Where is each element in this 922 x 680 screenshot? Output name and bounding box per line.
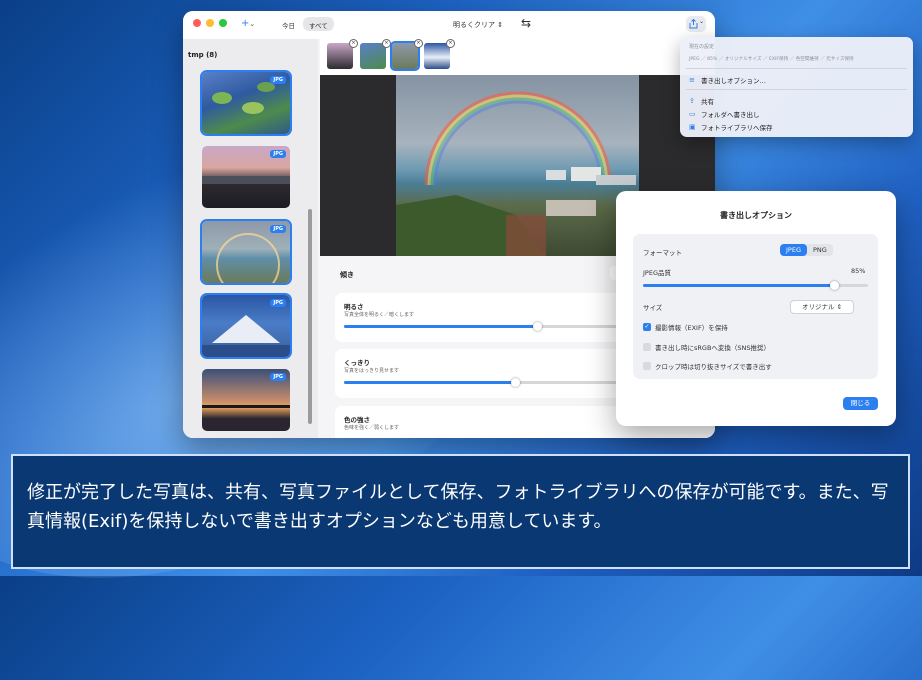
updown-icon: ⇕ [836, 303, 843, 311]
format-segment: JPEG PNG [780, 244, 833, 256]
caption-text: 修正が完了した写真は、共有、写真ファイルとして保存、フォトライブラリへの保存が可… [27, 482, 889, 532]
main-photo[interactable] [396, 75, 639, 256]
swap-icon[interactable]: ⇆ [521, 16, 531, 30]
slider-fill [344, 381, 515, 384]
menu-item-export-folder[interactable]: ▭ フォルダへ書き出し [689, 109, 760, 119]
photo-thumbnail-pier[interactable]: JPG [202, 369, 290, 431]
strip-thumbnail-rainbow[interactable] [390, 41, 420, 71]
caption-box: 修正が完了した写真は、共有、写真ファイルとして保存、フォトライブラリへの保存が可… [11, 454, 910, 569]
adjust-subtitle: 写真全体を明るく／暗くします [344, 312, 415, 318]
date-segment: 今日 すべて [276, 17, 334, 31]
adjust-title: 明るさ [344, 303, 364, 311]
checkbox-unchecked-icon [643, 343, 651, 351]
photo-thumbnail-mountain[interactable]: JPG [200, 293, 292, 359]
rainbow-shape [396, 91, 636, 256]
share-menu: 現在の設定 JPEG ／ 85% ／ オリジナルサイズ ／ EXIF保持 ／ 色… [680, 37, 913, 137]
photo-thumbnail-rainbow[interactable]: JPG [200, 219, 292, 285]
tab-all[interactable]: すべて [303, 17, 334, 31]
chevron-down-icon: ⌄ [699, 18, 705, 25]
slider-fill [643, 284, 835, 287]
photo-thumbnail-parking[interactable]: JPG [202, 146, 290, 208]
slider-knob[interactable] [510, 378, 520, 387]
slider-knob[interactable] [830, 281, 840, 290]
add-button[interactable]: +⌄ [241, 18, 255, 29]
slider-knob[interactable] [532, 322, 542, 331]
menu-item-label: 共有 [701, 98, 714, 106]
filter-select[interactable]: 明るくクリア ⇕ [453, 20, 503, 30]
checkbox-label: 書き出し時にsRGBへ変換（SNS推奨） [655, 344, 771, 352]
quality-label: JPEG品質 [643, 269, 671, 277]
folder-icon: ▭ [689, 110, 696, 118]
menu-item-save-library[interactable]: ▣ フォトライブラリへ保存 [689, 122, 773, 132]
format-jpeg-option[interactable]: JPEG [780, 244, 807, 256]
srgb-checkbox[interactable]: 書き出し時にsRGBへ変換（SNS推奨） [643, 342, 770, 352]
checkbox-label: クロップ時は切り抜きサイズで書き出す [655, 363, 772, 371]
dialog-title: 書き出しオプション [720, 211, 792, 220]
checkbox-label: 撮影情報（EXIF）を保持 [655, 324, 728, 332]
section-title: 傾き [340, 271, 354, 279]
remove-icon[interactable]: × [414, 39, 423, 48]
options-panel: フォーマット JPEG PNG JPEG品質 85% サイズ オリジナル ⇕ ✓… [633, 234, 878, 379]
menu-item-label: 書き出しオプション… [701, 77, 766, 85]
jpg-badge: JPG [270, 150, 286, 158]
strip-thumbnail-lilies[interactable] [360, 43, 386, 69]
quality-slider[interactable] [643, 281, 868, 290]
crop-checkbox[interactable]: クロップ時は切り抜きサイズで書き出す [643, 361, 772, 371]
checkbox-unchecked-icon [643, 362, 651, 370]
tab-today[interactable]: 今日 [276, 17, 301, 31]
remove-icon[interactable]: × [446, 39, 455, 48]
zoom-window-button[interactable] [219, 19, 227, 27]
minimize-window-button[interactable] [206, 19, 214, 27]
menu-item-export-options[interactable]: ≡ 書き出しオプション… [689, 75, 766, 85]
menu-item-label: フォトライブラリへ保存 [701, 124, 773, 132]
current-settings: JPEG ／ 85% ／ オリジナルサイズ ／ EXIF保持 ／ 色空間維持 ／… [689, 57, 854, 62]
share-button[interactable]: ⌄ [686, 16, 706, 32]
remove-icon[interactable]: × [382, 39, 391, 48]
filter-label: 明るくクリア [453, 21, 495, 29]
export-options-dialog: 書き出しオプション フォーマット JPEG PNG JPEG品質 85% サイズ… [616, 191, 896, 426]
remove-icon[interactable]: × [349, 39, 358, 48]
list-icon: ≡ [689, 76, 695, 84]
jpg-badge: JPG [270, 299, 286, 307]
strip-thumbnail-mountain[interactable] [424, 43, 450, 69]
updown-icon: ⇕ [497, 21, 504, 29]
chevron-down-icon: ⌄ [249, 20, 256, 28]
size-label: サイズ [643, 304, 663, 312]
photo-library-icon: ▣ [689, 123, 696, 131]
slider-fill [344, 325, 537, 328]
size-select[interactable]: オリジナル ⇕ [790, 300, 854, 314]
sidebar: tmp (8) JPG JPG JPG JPG JPG [183, 39, 318, 438]
toolbar: +⌄ 今日 すべて 明るくクリア ⇕ ⇆ ⌄ [183, 11, 715, 39]
strip-thumbnail-parking[interactable] [327, 43, 353, 69]
adjust-subtitle: 色味を強く／弱くします [344, 425, 400, 431]
adjust-subtitle: 写真をはっきり見せます [344, 368, 400, 374]
album-title: tmp (8) [188, 51, 218, 59]
selected-photos-strip: × × × × [320, 39, 715, 75]
close-button[interactable]: 閉じる [843, 397, 878, 410]
checkbox-checked-icon: ✓ [643, 323, 651, 331]
adjust-title: くっきり [344, 359, 370, 367]
size-value: オリジナル [801, 303, 835, 311]
jpg-badge: JPG [270, 76, 286, 84]
format-png-option[interactable]: PNG [807, 244, 833, 256]
menu-header: 現在の設定 [689, 44, 715, 50]
jpg-badge: JPG [270, 225, 286, 233]
jpg-badge: JPG [270, 373, 286, 381]
share-icon: ⇪ [689, 97, 695, 105]
sidebar-scrollbar[interactable] [308, 209, 312, 424]
close-window-button[interactable] [193, 19, 201, 27]
menu-item-share[interactable]: ⇪ 共有 [689, 96, 714, 106]
menu-item-label: フォルダへ書き出し [701, 111, 760, 119]
quality-value: 85% [851, 267, 866, 275]
share-icon [689, 19, 698, 29]
exif-checkbox[interactable]: ✓ 撮影情報（EXIF）を保持 [643, 322, 728, 332]
adjust-title: 色の強さ [344, 416, 370, 424]
photo-thumbnail-lilies[interactable]: JPG [200, 70, 292, 136]
format-label: フォーマット [643, 249, 682, 257]
